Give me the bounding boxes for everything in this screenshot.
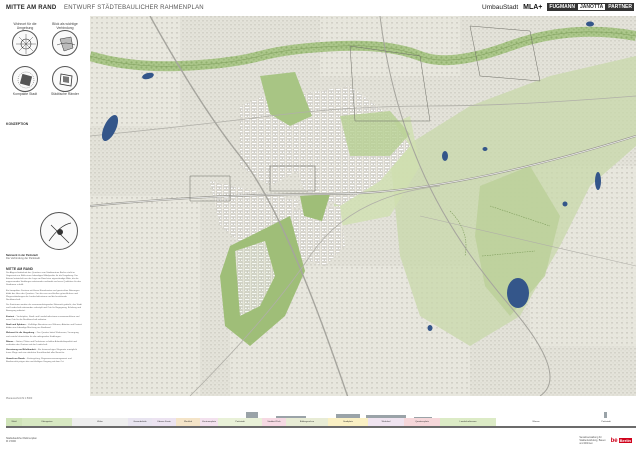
section-zone-label: Stadtplatz — [343, 420, 353, 423]
subsection-title: Stadt und Sphären — [6, 324, 26, 327]
section-zone-stadtplatz: Stadtplatz — [328, 418, 368, 426]
network-diagram — [40, 212, 78, 250]
logo-bar: UmbauStadt MLA+ FUGMANN JANOTTA PARTNER — [482, 3, 634, 11]
section-zone-label: Wohn — [97, 420, 103, 423]
text-body: Die Abgeschiedenheit des Quartiers vom S… — [6, 272, 82, 363]
section-zone-landschaft: Landschaftsraum — [440, 418, 496, 426]
section-zone-kante: Urbane Kante — [152, 418, 176, 426]
plan-scale-note: Planausschnitt M 1:5000 — [6, 397, 33, 400]
diagram-wohnort-icon — [16, 34, 36, 54]
section-zone-gewerbe: Gewerbehöfe — [128, 418, 152, 426]
diagram-raender-icon — [59, 73, 73, 87]
section-zone-label: Parkstadt — [235, 420, 245, 423]
section-zone-label: Gewerbehöfe — [133, 420, 147, 423]
fjp-logo-part-2: JANOTTA — [576, 3, 607, 11]
section-zone-werkhof: Werkhof — [176, 418, 200, 426]
subsection-title: Wohnort für die Umgebung — [6, 332, 35, 335]
diagram-kompakt — [12, 66, 38, 92]
section-zone-wiesen: Wiesen — [496, 418, 576, 426]
section-zone-wohn: Wohn — [72, 418, 128, 426]
section-zone-zentrumsplatz: Zentrumsplatz — [200, 418, 218, 426]
section-ground-line — [6, 426, 636, 428]
fjp-logo: FUGMANN JANOTTA PARTNER — [547, 3, 634, 11]
section-zone-label: Urbane Kante — [157, 420, 171, 423]
page-subtitle: ENTWURF STÄDTEBAULICHER RAHMENPLAN — [64, 5, 204, 11]
network-caption-sub: Die Verbindung der Parkstadt — [6, 257, 40, 261]
section-zone-kleingarten: Kleingarten — [22, 418, 72, 426]
fjp-logo-part-1: FUGMANN — [547, 3, 577, 11]
subsection-title: Umwelt am Rande — [6, 357, 25, 360]
subsection-text: Verknüpfen, Stadt- und Landschaftsräume … — [6, 315, 80, 321]
section-zone-label: Bildungsachse — [299, 420, 315, 423]
footer-left: Städtebaulicher Rahmenplan M 1:5000 — [6, 437, 37, 443]
subsection-title: Vernetzung und Erlebbarkeit — [6, 349, 36, 352]
diagram-blick — [52, 30, 78, 56]
diagram-raender — [52, 66, 78, 92]
master-plan-map[interactable] — [90, 16, 636, 396]
diagram-heading: KONZEPTION — [6, 122, 29, 126]
berlin-logo: be Berlin — [610, 437, 632, 444]
diagram-label-blick: Blick als wichtige Verbindung — [52, 22, 78, 31]
diagram-wohnort — [12, 30, 38, 56]
text-section-heading: MITTE AM RAND — [6, 267, 33, 271]
section-zone-label: Kleingarten — [41, 420, 53, 423]
section-zone-label: Wiesen — [532, 420, 540, 423]
section-zone-label: Zentrumsplatz — [202, 420, 216, 423]
section-zone-parkstadt: Parkstadt — [218, 418, 262, 426]
section-zone-label: Stadtteil-Park — [267, 420, 281, 423]
section-zone-label: Quartiersplatz — [415, 420, 429, 423]
footer-plan-scale: M 1:5000 — [6, 440, 16, 443]
subsection-text: Gärten, Plätze und Parkräume schaffen Au… — [6, 340, 77, 346]
section-zone-wald: Wald — [6, 418, 22, 426]
network-diagram-icon — [48, 222, 72, 244]
diagram-blick-icon — [56, 36, 76, 52]
page-title: MITTE AM RAND — [6, 5, 57, 11]
subsection-title: Kontext — [6, 315, 15, 318]
diagram-label-kompakt: Kompakte Stadt — [12, 92, 38, 96]
section-zone-quartiersplatz: Quartiersplatz — [404, 418, 440, 426]
subsection-title: Räume — [6, 340, 14, 343]
footer-authority-line: und Wohnen — [579, 442, 593, 445]
paragraph: Ein kompaktes Zentrum mit klaren Raumkan… — [6, 289, 80, 301]
section-zone-label: Wohnhof — [381, 420, 391, 423]
footer-authority: Senatsverwaltung für Stadtentwicklung, B… — [579, 436, 605, 445]
mla-logo: MLA+ — [523, 3, 543, 11]
section-strip: Wald Kleingarten Wohn Gewerbehöfe Urbane… — [6, 402, 636, 434]
diagram-label-raender: Städtische Ränder — [51, 92, 79, 96]
paragraph: Die Abgeschiedenheit des Quartiers vom S… — [6, 272, 81, 287]
paragraph: Die Freiräume werden als zusammenhängend… — [6, 304, 82, 313]
section-zone-label: Parkstadt — [601, 420, 611, 423]
berlin-logo-tag: Berlin — [618, 437, 632, 443]
section-zone-label: Wald — [11, 420, 17, 423]
master-plan-map-graphic — [90, 16, 636, 396]
section-zone-label: Landschaftsraum — [459, 420, 477, 423]
umbaustadt-logo: UmbauStadt — [482, 3, 519, 11]
section-zone-wohnhof: Wohnhof — [368, 418, 404, 426]
diagram-kompakt-icon — [17, 71, 35, 89]
section-zone-stadtteilpark: Stadtteil-Park — [262, 418, 286, 426]
network-caption: Netzwerk in der Parkstadt Die Verbindung… — [6, 254, 82, 260]
diagram-label-wohnort: Wohnort für die Umgebung — [13, 22, 37, 31]
fjp-logo-part-3: PARTNER — [606, 3, 634, 11]
section-zone-bildungsachse: Bildungsachse — [286, 418, 328, 426]
page-header: MITTE AM RAND ENTWURF STÄDTEBAULICHER RA… — [0, 0, 640, 16]
footer-right: Senatsverwaltung für Stadtentwicklung, B… — [579, 436, 632, 445]
berlin-logo-mark: be — [610, 437, 618, 444]
section-zone-label: Werkhof — [183, 420, 193, 423]
left-info-panel: Wohnort für die Umgebung Blick als wicht… — [0, 16, 88, 396]
section-zone-parkstadt-end: Parkstadt — [576, 418, 636, 426]
